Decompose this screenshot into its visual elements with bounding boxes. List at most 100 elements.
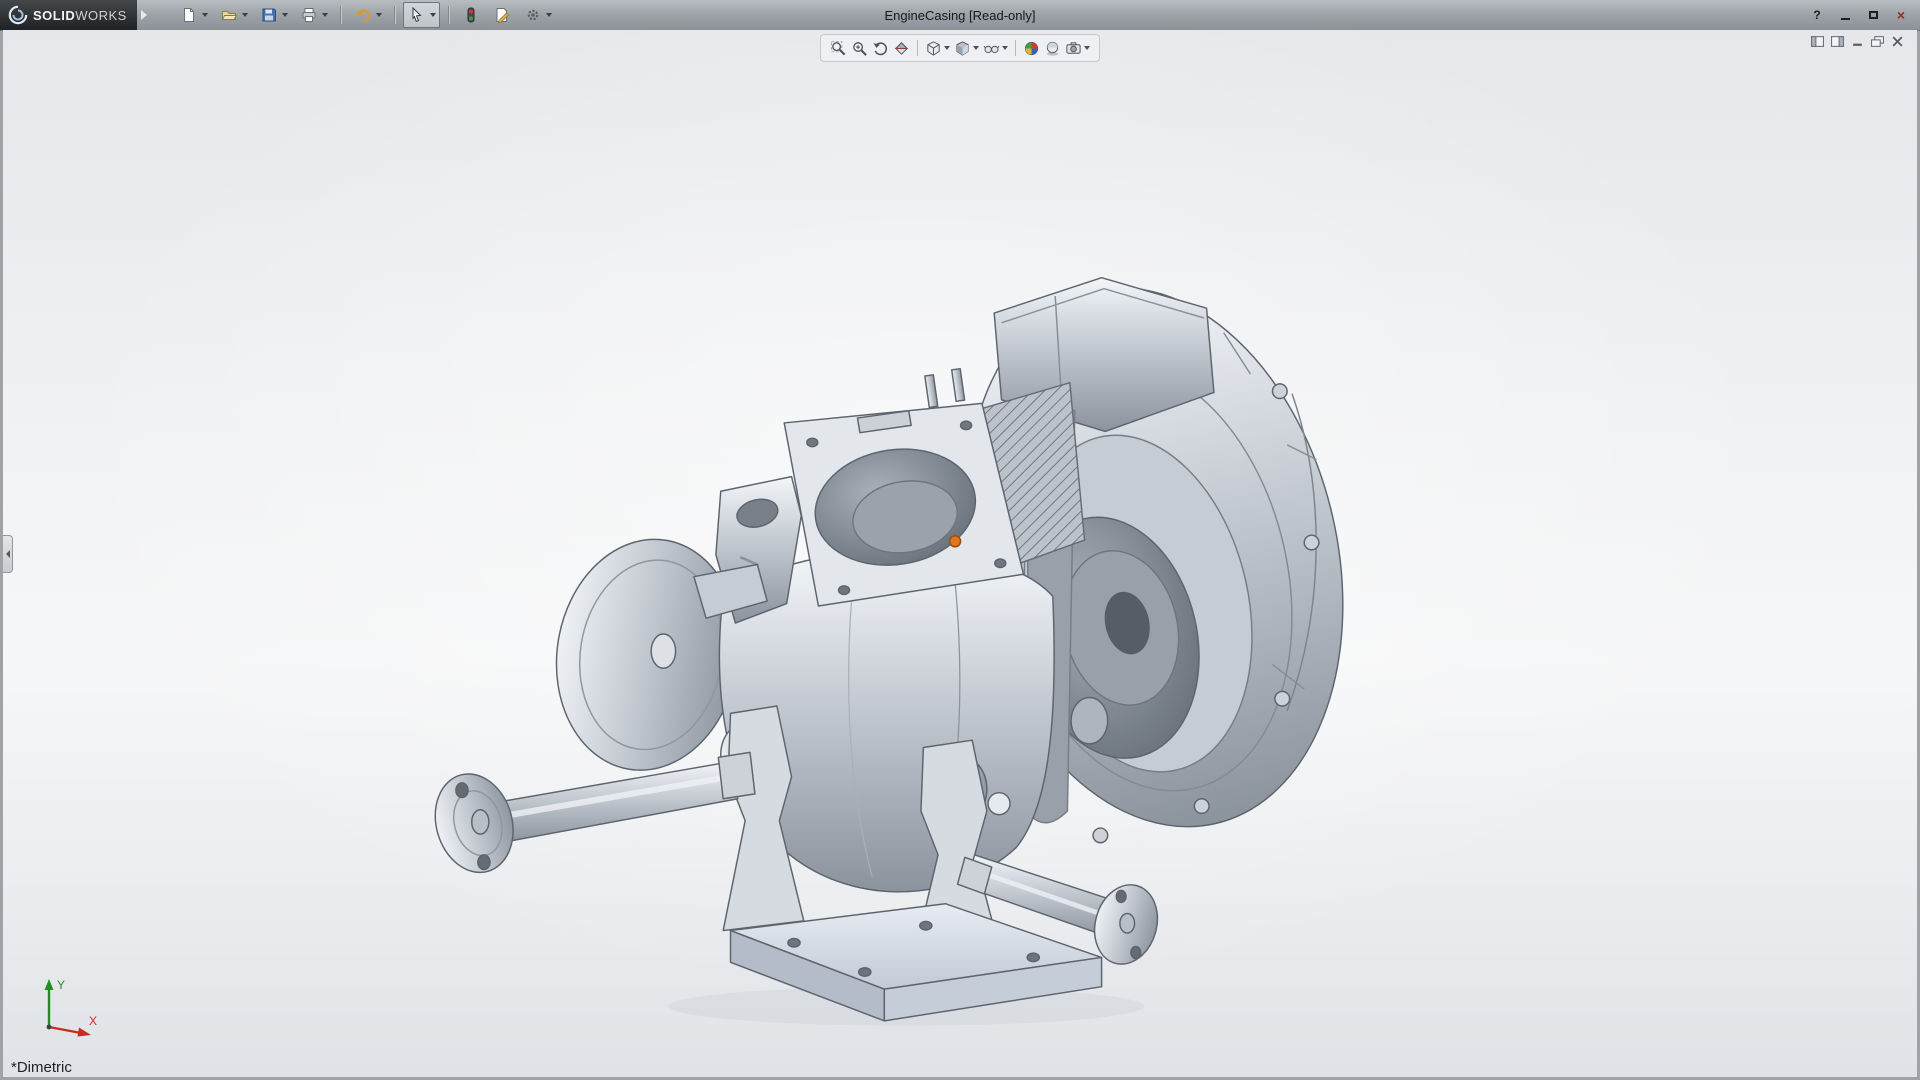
undo-dropdown-arrow[interactable] [375,13,382,17]
main-toolbar [175,2,556,28]
minimize-window-button[interactable] [1834,7,1856,24]
print-group [295,2,332,28]
hide-show-items-button[interactable] [982,39,1009,58]
zoom-to-fit-icon [830,40,846,55]
section-view-icon [894,41,909,55]
open-dropdown-arrow[interactable] [241,13,248,17]
display-style-icon [956,40,969,56]
view-settings-icon [1066,41,1081,54]
toolbar-separator [447,6,449,24]
toolbar-separator [339,6,341,24]
rebuild-stoplight-icon [467,7,475,23]
x-axis [48,1025,82,1035]
graphics-viewport[interactable]: Y X *Dimetric [3,30,1917,1077]
next-document-icon [1831,36,1844,47]
titlebar: SOLIDWORKS EngineCasing [Read-only] ? × [0,0,1920,31]
y-axis-arrow-icon [44,979,54,990]
restore-document-icon [1871,36,1884,47]
undo-group [349,2,386,28]
next-document-button[interactable] [1830,35,1845,48]
toolbar-separator [917,40,918,56]
heads-up-view-toolbar [820,34,1100,62]
options-dropdown-arrow[interactable] [545,13,552,17]
view-orientation-dropdown-arrow[interactable] [944,46,950,50]
collapse-arrow-icon [5,550,10,558]
view-settings-dropdown-arrow[interactable] [1084,46,1090,50]
save-dropdown-arrow[interactable] [281,13,288,17]
apply-scene-button[interactable] [1043,39,1062,58]
undo-arrow-icon [355,9,370,23]
brand-wordmark: SOLIDWORKS [33,7,127,23]
restore-document-button[interactable] [1870,35,1885,48]
triad-origin [46,1024,52,1030]
save-group [255,2,292,28]
edit-appearance-button[interactable] [1022,39,1041,58]
model-canvas[interactable] [3,30,1917,1077]
options-gear-icon [527,9,539,21]
close-document-icon [1892,36,1903,47]
zoom-to-area-icon [853,41,867,56]
help-button[interactable]: ? [1806,7,1828,24]
select-tool-button[interactable] [407,5,427,25]
undo-button[interactable] [353,5,373,25]
view-orientation-cube-icon [927,40,940,56]
zoom-to-area-button[interactable] [850,39,869,58]
view-orientation-button[interactable] [924,39,951,58]
previous-document-icon [1811,36,1824,47]
view-settings-button[interactable] [1064,39,1091,58]
save-floppy-icon [262,8,276,22]
select-cursor-icon [412,7,422,23]
new-document-button[interactable] [179,5,199,25]
new-document-dropdown-arrow[interactable] [201,13,208,17]
edit-appearance-ball-icon [1024,41,1039,55]
dassault-3ds-icon [8,5,28,25]
new-document-icon [183,8,194,22]
save-button[interactable] [259,5,279,25]
display-style-button[interactable] [953,39,980,58]
rebuild-button[interactable] [461,5,481,25]
open-folder-icon [221,11,237,20]
minimize-document-button[interactable] [1850,35,1865,48]
maximize-window-button[interactable] [1862,7,1884,24]
zoom-to-fit-button[interactable] [829,39,848,58]
printer-icon [302,8,316,22]
engine-casing-model[interactable] [424,250,1394,1026]
section-view-button[interactable] [892,39,911,58]
apply-scene-icon [1046,41,1059,56]
previous-document-button[interactable] [1810,35,1825,48]
y-axis-label: Y [57,978,65,992]
options-button[interactable] [523,5,543,25]
menu-flyout-arrow-icon[interactable] [140,10,147,20]
open-button[interactable] [219,5,239,25]
view-orientation-label: *Dimetric [11,1059,72,1076]
coordinate-triad: Y X [44,978,97,1037]
rebuild-group [457,2,485,28]
maximize-icon [1868,11,1878,19]
file-properties-icon [496,8,509,23]
minimize-icon [1840,17,1850,20]
previous-view-icon [873,41,888,55]
print-dropdown-arrow[interactable] [321,13,328,17]
open-group [215,2,252,28]
select-tool-dropdown-arrow[interactable] [429,13,436,17]
toolbar-separator [1015,40,1016,56]
previous-view-button[interactable] [871,39,890,58]
window-controls: ? × [1806,7,1920,24]
close-window-button[interactable]: × [1890,7,1912,24]
feature-panel-collapse-tab[interactable] [3,535,13,573]
hide-show-items-dropdown-arrow[interactable] [1002,46,1008,50]
close-document-button[interactable] [1890,35,1905,48]
hide-show-items-icon [983,45,1000,53]
file-properties-group [488,2,516,28]
file-properties-button[interactable] [492,5,512,25]
x-axis-label: X [89,1014,97,1028]
minimize-document-icon [1853,43,1862,46]
toolbar-separator [393,6,395,24]
options-group [519,2,556,28]
solidworks-window: SOLIDWORKS EngineCasing [Read-only] ? × … [0,0,1920,1080]
print-button[interactable] [299,5,319,25]
document-window-controls [1810,35,1905,48]
display-style-dropdown-arrow[interactable] [973,46,979,50]
vertex-highlight-marker [948,535,962,548]
solidworks-brand: SOLIDWORKS [0,0,137,30]
